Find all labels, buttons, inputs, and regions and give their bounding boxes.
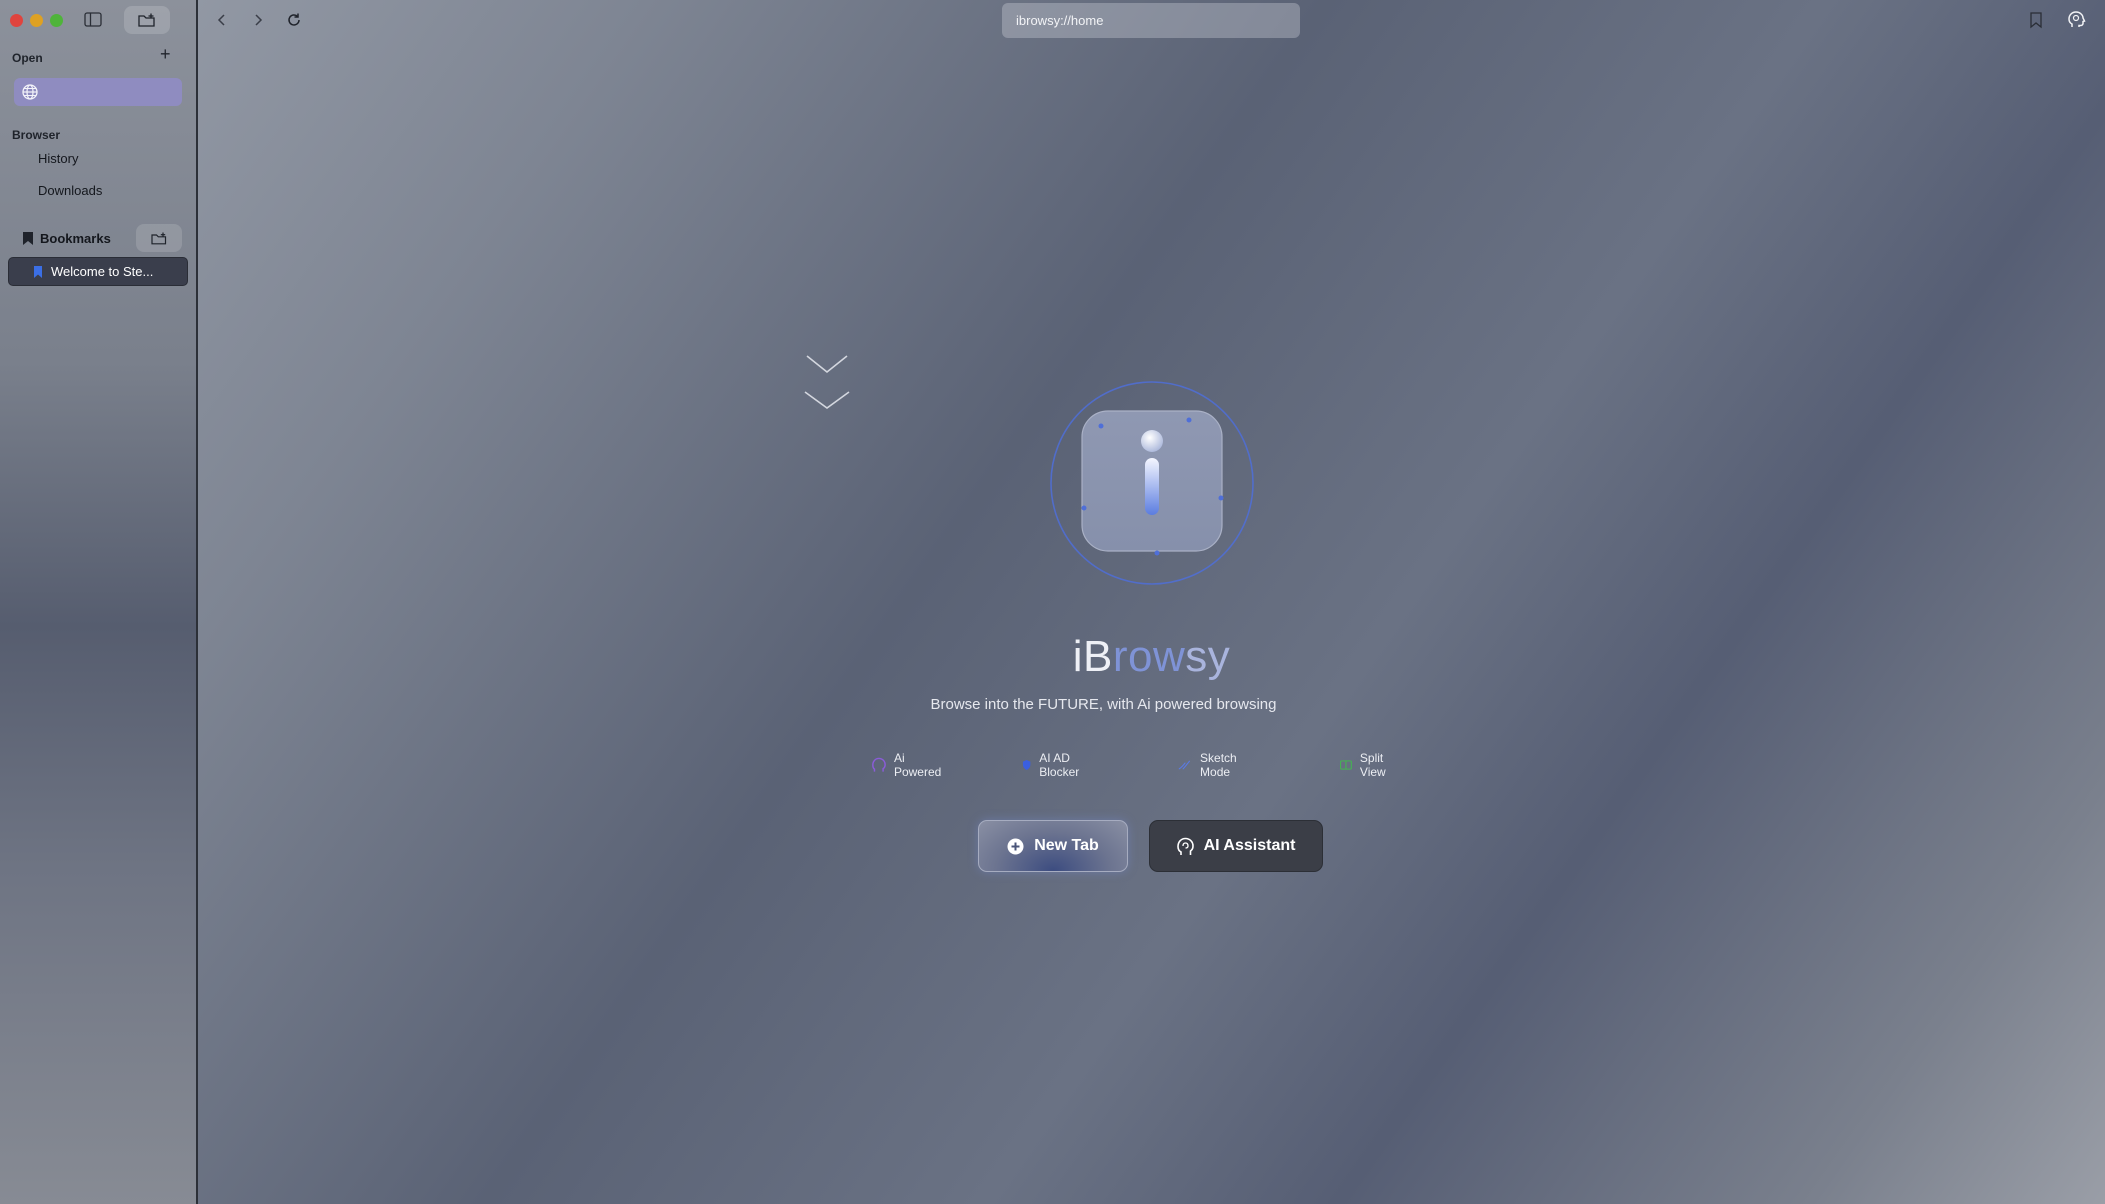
ai-assistant-label: AI Assistant [1203,837,1296,854]
new-tab-button[interactable]: New Tab [978,820,1128,872]
bookmark-icon [23,231,33,245]
sidebar: Open + Browser History Downloads Bookmar… [0,0,198,1204]
folder-plus-icon [151,232,167,244]
new-folder-button[interactable] [124,6,170,34]
double-chevron-down-icon [804,355,850,409]
open-section-label: Open [12,51,43,65]
back-button[interactable] [212,10,232,30]
add-bookmark-folder-button[interactable] [136,224,182,252]
minimize-window-button[interactable] [30,14,43,27]
globe-icon [22,84,38,100]
bookmarks-label: Bookmarks [40,230,111,246]
app-logo-icon [1050,381,1254,585]
feature-label: Sketch Mode [1200,751,1237,779]
bookmark-icon [34,265,42,278]
browser-section-label: Browser [12,128,61,142]
plus-circle-icon [1007,838,1024,854]
app-title: iBrowsy [0,632,2105,682]
bookmark-outline-icon [2030,12,2042,29]
bookmark-item[interactable]: Welcome to Ste... [8,257,188,286]
feature-label: Split View [1359,751,1386,779]
ai-assistant-toolbar-button[interactable] [2066,10,2086,30]
bookmark-item-label: Welcome to Ste... [51,264,154,279]
app-subtitle-text: Browse into the FUTURE, with Ai powered … [930,696,1277,713]
feature-label: AI AD Blocker [1039,751,1080,779]
brain-head-icon [2068,11,2086,27]
ai-assistant-button[interactable]: AI Assistant [1149,820,1323,872]
feature-label: Ai Powered [893,751,942,779]
feature-split-view: Split View [1340,751,1393,779]
sidebar-item-downloads[interactable]: Downloads [38,183,102,198]
app-title-part-3: sy [1185,632,1231,681]
split-view-icon [1340,760,1352,770]
pencil-icon [1178,760,1191,770]
app-title-part-2: row [1112,632,1186,681]
add-tab-button[interactable]: + [160,45,171,63]
feature-ai-powered: Ai Powered [872,751,944,779]
forward-button[interactable] [248,10,268,30]
new-tab-label: New Tab [1034,837,1099,854]
chevron-right-icon [255,14,263,26]
brain-head-icon [1176,837,1194,855]
brain-icon [872,757,886,772]
sidebar-item-history[interactable]: History [38,151,78,166]
app-title-part-1: iB [1072,632,1113,681]
feature-ai-ad-blocker: AI AD Blocker [1022,751,1085,779]
chevron-left-icon [217,14,225,26]
url-bar[interactable] [1002,3,1300,38]
shield-icon [1022,760,1031,770]
zoom-window-button[interactable] [50,14,63,27]
browser-window: Open + Browser History Downloads Bookmar… [0,0,2105,1204]
feature-sketch-mode: Sketch Mode [1178,751,1245,779]
bookmark-page-button[interactable] [2028,11,2044,29]
close-window-button[interactable] [10,14,23,27]
folder-plus-icon [138,13,155,27]
sidebar-toggle-icon[interactable] [84,12,102,27]
reload-button[interactable] [284,10,304,30]
open-tab-item[interactable] [14,78,182,106]
toolbar [198,0,2105,40]
reload-icon [288,13,300,26]
app-subtitle: Browse into the FUTURE, with Ai powered … [198,696,2105,713]
